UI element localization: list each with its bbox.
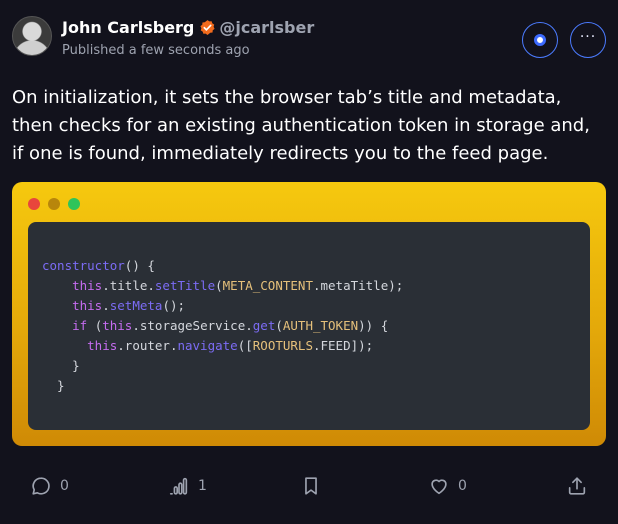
code-token: .router. xyxy=(117,338,178,353)
code-token: .storageService. xyxy=(132,318,253,333)
code-token: get xyxy=(252,318,276,333)
code-token: } xyxy=(42,378,65,393)
more-options-button[interactable]: ··· xyxy=(570,22,606,58)
code-line: this.router.navigate([ROOTURLS.FEED]); xyxy=(42,336,403,356)
code-token: AUTH_TOKEN xyxy=(282,318,359,333)
code-token: this xyxy=(102,318,133,333)
code-token: . xyxy=(102,298,110,313)
code-token: )) { xyxy=(358,318,389,333)
minimize-dot-icon xyxy=(48,198,60,210)
code-token: .FEED]); xyxy=(312,338,374,353)
share-button[interactable] xyxy=(566,470,588,502)
code-token: this xyxy=(87,338,118,353)
post-actions: 0 1 0 xyxy=(0,470,618,506)
author-line: John Carlsberg @jcarlsber xyxy=(62,16,314,38)
like-count: 0 xyxy=(458,478,467,494)
code-token: constructor xyxy=(42,258,125,273)
code-token: this xyxy=(72,298,103,313)
code-token: ROOTURLS xyxy=(252,338,313,353)
reply-button[interactable]: 0 xyxy=(30,470,69,502)
maximize-dot-icon xyxy=(68,198,80,210)
code-token: .title. xyxy=(102,278,155,293)
post-body-text: On initialization, it sets the browser t… xyxy=(12,87,590,164)
reply-count: 0 xyxy=(60,478,69,494)
code-token: navigate xyxy=(177,338,238,353)
comment-icon xyxy=(32,477,50,495)
code-token: (); xyxy=(162,298,186,313)
close-dot-icon xyxy=(28,198,40,210)
author-handle[interactable]: @jcarlsber xyxy=(219,18,314,37)
code-token: setTitle xyxy=(154,278,216,293)
share-icon xyxy=(568,477,586,495)
window-controls xyxy=(28,198,80,210)
code-token: if xyxy=(72,318,88,333)
author-name[interactable]: John Carlsberg xyxy=(62,18,194,37)
code-token: } xyxy=(42,358,80,373)
code-token: ([ xyxy=(237,338,253,353)
heart-icon xyxy=(431,479,447,495)
analytics-icon xyxy=(169,477,188,495)
code-line: } xyxy=(42,376,403,396)
avatar[interactable] xyxy=(12,16,52,56)
status-button[interactable] xyxy=(522,22,558,58)
bookmark-icon xyxy=(305,477,317,495)
code-line: if (this.storageService.get(AUTH_TOKEN))… xyxy=(42,316,403,336)
views-count: 1 xyxy=(198,478,207,494)
verified-badge-icon xyxy=(199,19,216,36)
code-line: constructor() { xyxy=(42,256,403,276)
code-token: setMeta xyxy=(109,298,163,313)
code-line: } xyxy=(42,356,403,376)
code-token: () { xyxy=(124,258,155,273)
code-block: constructor() { this.title.setTitle(META… xyxy=(42,256,403,396)
code-panel: constructor() { this.title.setTitle(META… xyxy=(28,222,590,430)
code-token: ( xyxy=(275,318,283,333)
like-button[interactable]: 0 xyxy=(428,470,467,502)
bookmark-button[interactable] xyxy=(300,470,322,502)
code-token: ( xyxy=(87,318,103,333)
code-token: this xyxy=(72,278,103,293)
code-line: this.title.setTitle(META_CONTENT.metaTit… xyxy=(42,276,403,296)
views-button[interactable]: 1 xyxy=(168,470,207,502)
radio-dot-icon xyxy=(534,34,546,46)
code-token: META_CONTENT xyxy=(222,278,313,293)
post-header: John Carlsberg @jcarlsber Published a fe… xyxy=(12,14,606,64)
code-line: this.setMeta(); xyxy=(42,296,403,316)
published-time: Published a few seconds ago xyxy=(62,43,250,58)
more-dots-icon: ··· xyxy=(579,29,597,45)
code-token: .metaTitle); xyxy=(312,278,404,293)
code-snippet-card: constructor() { this.title.setTitle(META… xyxy=(12,182,606,446)
code-token: ( xyxy=(215,278,223,293)
